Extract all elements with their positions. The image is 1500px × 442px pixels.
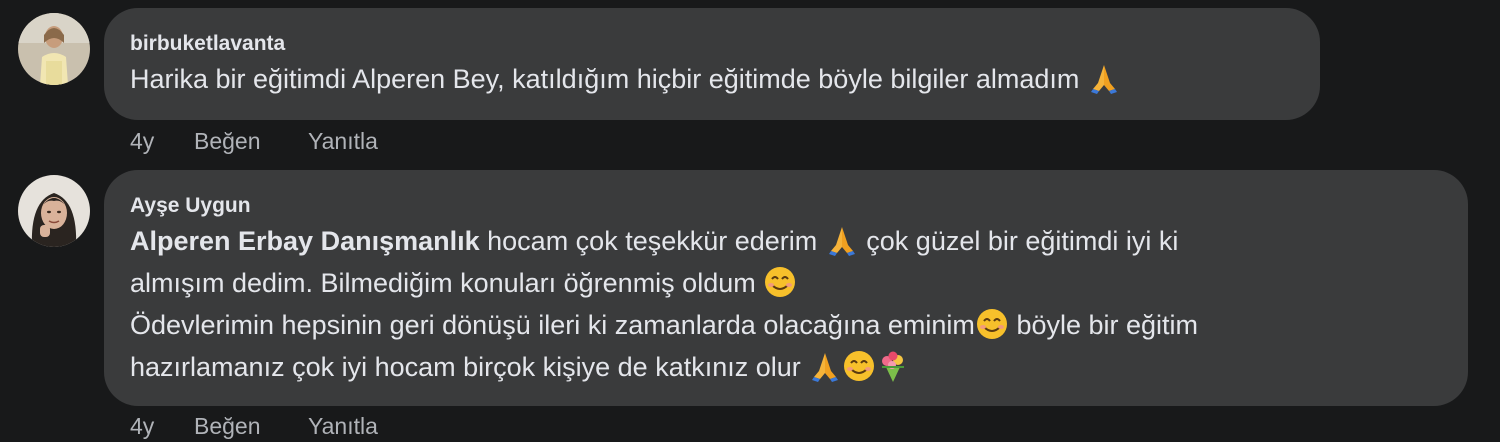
text-segment: çok güzel bir eğitimdi iyi ki — [858, 226, 1179, 256]
comment-author[interactable]: birbuketlavanta — [130, 30, 1294, 58]
text-segment: almışım dedim. Bilmediğim konuları öğren… — [130, 268, 764, 298]
smiling-face-icon — [976, 309, 1007, 339]
avatar-image — [18, 175, 90, 247]
comment-text-line-3: Ödevlerimin hepsinin geri dönüşü ileri k… — [130, 304, 1442, 346]
text-segment: Ödevlerimin hepsinin geri dönüşü ileri k… — [130, 310, 975, 340]
smiling-face-icon — [844, 351, 875, 381]
comment-text-line-4: hazırlamanız çok iyi hocam birçok kişiye… — [130, 346, 1442, 388]
text-segment: böyle bir eğitim — [1008, 310, 1199, 340]
mention-link[interactable]: Alperen Erbay Danışmanlık — [130, 226, 480, 256]
comment-author[interactable]: Ayşe Uygun — [130, 192, 1442, 220]
comment-actions: 4y Beğen Yanıtla — [130, 413, 378, 440]
reply-button[interactable]: Yanıtla — [308, 413, 378, 440]
comment-text-line-1: Alperen Erbay Danışmanlık hocam çok teşe… — [130, 220, 1442, 262]
like-button[interactable]: Beğen — [194, 128, 308, 155]
smiling-face-icon — [765, 267, 796, 297]
text-segment: hocam çok teşekkür ederim — [479, 226, 825, 256]
like-button[interactable]: Beğen — [194, 413, 308, 440]
comment-bubble: Ayşe Uygun Alperen Erbay Danışmanlık hoc… — [104, 170, 1468, 406]
comment-actions: 4y Beğen Yanıtla — [130, 128, 378, 155]
text-segment: hazırlamanız çok iyi hocam birçok kişiye… — [130, 352, 809, 382]
avatar-image — [18, 13, 90, 85]
folded-hands-icon — [828, 227, 855, 256]
bouquet-icon — [882, 351, 905, 382]
folded-hands-icon — [812, 353, 839, 382]
comment-text-line: Harika bir eğitimdi Alperen Bey, katıldı… — [130, 64, 1087, 94]
avatar[interactable] — [18, 175, 90, 247]
comment-timestamp[interactable]: 4y — [130, 128, 194, 155]
avatar[interactable] — [18, 13, 90, 85]
comment-text-line-2: almışım dedim. Bilmediğim konuları öğren… — [130, 262, 1442, 304]
comment-text: Harika bir eğitimdi Alperen Bey, katıldı… — [130, 58, 1294, 100]
comment-bubble: birbuketlavanta Harika bir eğitimdi Alpe… — [104, 8, 1320, 120]
comment-timestamp[interactable]: 4y — [130, 413, 194, 440]
comment-text: Alperen Erbay Danışmanlık hocam çok teşe… — [130, 220, 1442, 388]
reply-button[interactable]: Yanıtla — [308, 128, 378, 155]
folded-hands-icon — [1090, 65, 1117, 94]
